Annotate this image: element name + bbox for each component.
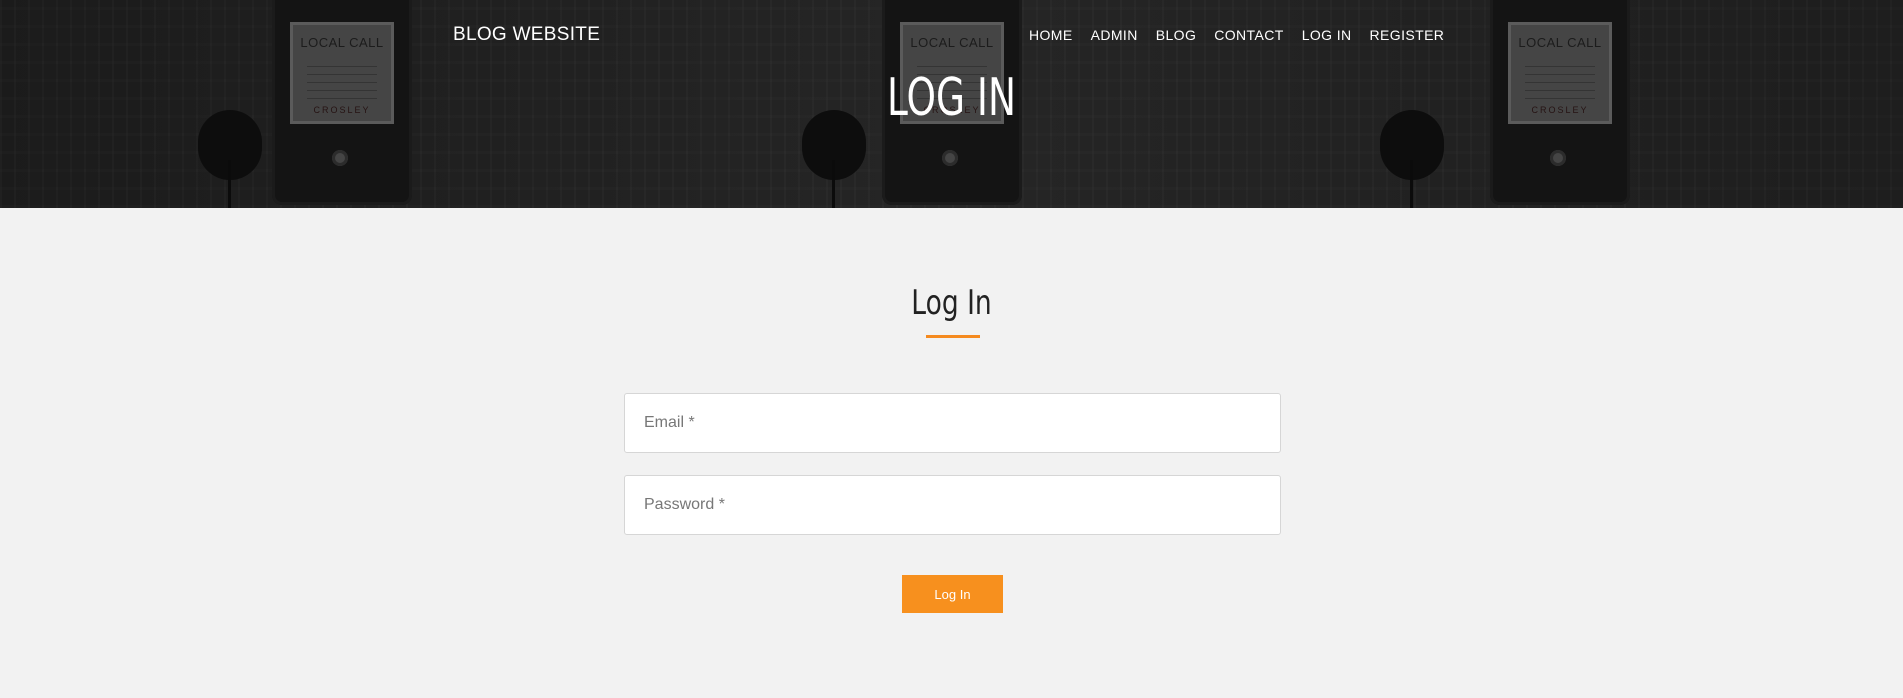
nav-login-link[interactable]: LOG IN [1302,27,1352,43]
email-field[interactable] [624,393,1281,453]
login-section: Log In Log In [0,208,1903,698]
login-button[interactable]: Log In [902,575,1003,613]
heading-underline-accent [926,335,980,338]
page-title: LOG IN [887,68,1016,128]
nav-register-link[interactable]: REGISTER [1370,27,1445,43]
nav-blog-link[interactable]: BLOG [1156,27,1197,43]
password-field[interactable] [624,475,1281,535]
nav-home-link[interactable]: HOME [1029,27,1073,43]
main-nav: HOME ADMIN BLOG CONTACT LOG IN REGISTER [1029,27,1444,43]
top-navigation-bar: BLOG WEBSITE HOME ADMIN BLOG CONTACT LOG… [0,0,1903,70]
nav-admin-link[interactable]: ADMIN [1091,27,1138,43]
site-brand-link[interactable]: BLOG WEBSITE [453,24,600,46]
page-header-hero: LOCAL CALL CROSLEY LOCAL CALL CROSLEY LO… [0,0,1903,208]
login-heading: Log In [911,283,992,323]
nav-contact-link[interactable]: CONTACT [1214,27,1283,43]
